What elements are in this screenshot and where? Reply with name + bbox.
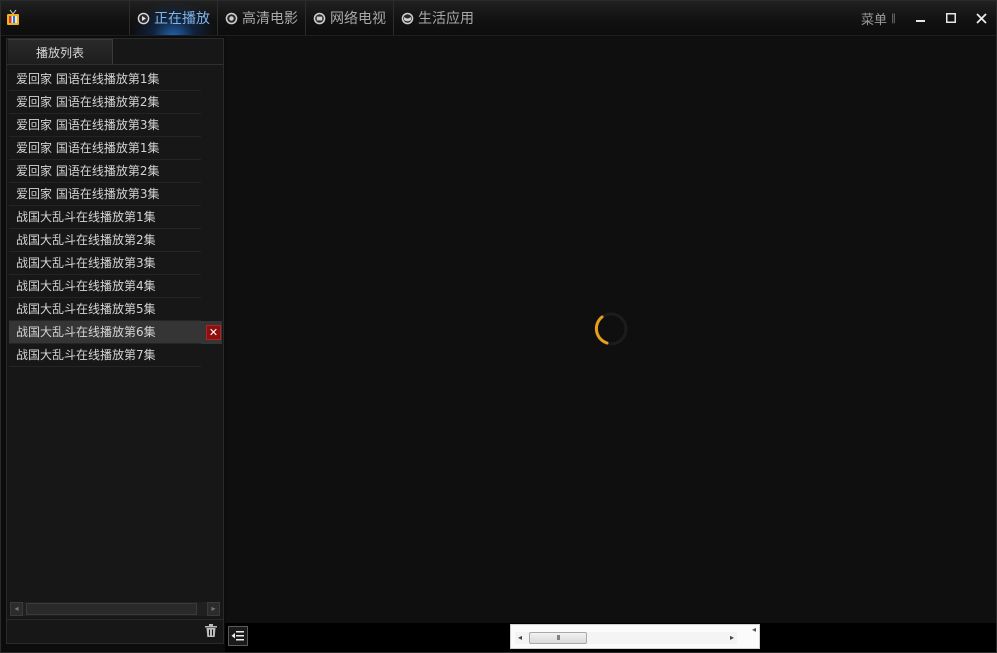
list-item-title: 爱回家 国语在线播放第2集: [16, 164, 160, 178]
film-circle-icon: [225, 12, 238, 24]
maximize-icon: [946, 13, 956, 23]
list-toggle-icon: [231, 631, 244, 641]
minimize-icon: [916, 20, 925, 22]
seek-scrollbar[interactable]: ◂ III ▸ ◂: [510, 624, 760, 649]
list-item-title: 战国大乱斗在线播放第5集: [16, 302, 156, 316]
toggle-playlist-button[interactable]: [228, 626, 248, 646]
corner-arrow-icon: ◂: [751, 625, 756, 634]
menu-label: 菜单: [860, 12, 887, 28]
delete-item-button[interactable]: ✕: [206, 325, 221, 340]
tab-now-playing[interactable]: 正在播放: [129, 1, 217, 35]
tab-playlist[interactable]: 播放列表: [8, 39, 113, 65]
close-button[interactable]: [966, 1, 996, 35]
tab-label: 高清电影: [242, 11, 298, 27]
menu-bars-icon: ‖: [891, 12, 896, 24]
play-circle-icon: [137, 12, 150, 24]
playlist-horizontal-scrollbar[interactable]: ◂ ▸: [10, 602, 220, 616]
list-item[interactable]: 战国大乱斗在线播放第1集: [9, 206, 222, 229]
divider: [7, 619, 223, 620]
seek-right-button[interactable]: ▸: [727, 632, 737, 644]
globe-circle-icon: [401, 12, 414, 24]
loading-spinner-icon: [594, 312, 628, 346]
tab-label: 网络电视: [330, 11, 386, 27]
tab-life-apps[interactable]: 生活应用: [393, 1, 481, 35]
nav-tabs: 正在播放 高清电影 网络电视 生活应用: [129, 1, 481, 35]
control-bar: ◂ III ▸ ◂: [225, 623, 996, 652]
scroll-left-button[interactable]: ◂: [10, 602, 23, 616]
list-item[interactable]: 爱回家 国语在线播放第2集: [9, 91, 222, 114]
list-item[interactable]: 爱回家 国语在线播放第1集: [9, 137, 222, 160]
scroll-thumb[interactable]: [26, 603, 197, 615]
tv-logo-icon: [7, 9, 19, 25]
tab-web-tv[interactable]: 网络电视: [305, 1, 393, 35]
list-item[interactable]: 爱回家 国语在线播放第3集: [9, 114, 222, 137]
list-item-title: 战国大乱斗在线播放第4集: [16, 279, 156, 293]
tv-circle-icon: [313, 12, 326, 24]
maximize-button[interactable]: [936, 1, 966, 35]
tab-divider: [7, 64, 223, 65]
list-item[interactable]: 战国大乱斗在线播放第3集: [9, 252, 222, 275]
list-item-title: 爱回家 国语在线播放第1集: [16, 72, 160, 86]
tab-hd-movies[interactable]: 高清电影: [217, 1, 305, 35]
list-item-title: 战国大乱斗在线播放第3集: [16, 256, 156, 270]
close-icon: [975, 12, 987, 24]
list-item-title: 爱回家 国语在线播放第3集: [16, 187, 160, 201]
list-item-title: 战国大乱斗在线播放第1集: [16, 210, 156, 224]
list-item[interactable]: 爱回家 国语在线播放第3集: [9, 183, 222, 206]
list-item[interactable]: 爱回家 国语在线播放第2集: [9, 160, 222, 183]
list-item[interactable]: 战国大乱斗在线播放第6集 ✕: [9, 321, 222, 344]
playlist-panel: 播放列表 爱回家 国语在线播放第1集 爱回家 国语在线播放第2集 爱回家 国语在线播…: [6, 38, 224, 644]
list-item-title: 战国大乱斗在线播放第7集: [16, 348, 156, 362]
list-item-title: 爱回家 国语在线播放第2集: [16, 95, 160, 109]
menu-button[interactable]: 菜单 ‖: [861, 9, 896, 28]
window-controls: 菜单 ‖: [861, 1, 996, 35]
list-item-title: 战国大乱斗在线播放第6集: [16, 325, 156, 339]
list-item[interactable]: 战国大乱斗在线播放第5集: [9, 298, 222, 321]
minimize-button[interactable]: [906, 1, 936, 35]
video-area[interactable]: [226, 36, 996, 623]
seek-thumb[interactable]: III: [529, 632, 587, 644]
list-item-title: 爱回家 国语在线播放第3集: [16, 118, 160, 132]
tab-label: 生活应用: [418, 11, 474, 27]
list-item-title: 爱回家 国语在线播放第1集: [16, 141, 160, 155]
player-window: 正在播放 高清电影 网络电视 生活应用 菜单 ‖ 播放列表 爱回家 国语在线播放…: [0, 0, 997, 653]
title-bar: 正在播放 高清电影 网络电视 生活应用 菜单 ‖: [1, 1, 996, 36]
list-item[interactable]: 爱回家 国语在线播放第1集: [9, 68, 222, 91]
list-item[interactable]: 战国大乱斗在线播放第4集: [9, 275, 222, 298]
trash-icon[interactable]: [205, 624, 217, 637]
seek-left-button[interactable]: ◂: [515, 632, 525, 644]
tab-label: 正在播放: [154, 11, 210, 27]
playlist: 爱回家 国语在线播放第1集 爱回家 国语在线播放第2集 爱回家 国语在线播放第3集爱…: [9, 68, 222, 367]
scroll-right-button[interactable]: ▸: [207, 602, 220, 616]
list-item-title: 战国大乱斗在线播放第2集: [16, 233, 156, 247]
playlist-tab-label: 播放列表: [35, 46, 84, 60]
list-item[interactable]: 战国大乱斗在线播放第2集: [9, 229, 222, 252]
list-item[interactable]: 战国大乱斗在线播放第7集: [9, 344, 222, 367]
